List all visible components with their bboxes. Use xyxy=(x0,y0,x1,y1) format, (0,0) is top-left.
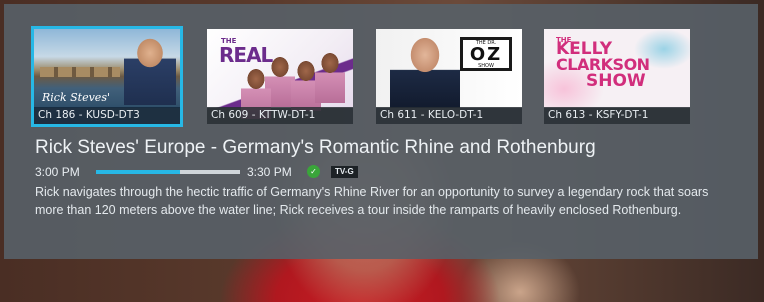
program-thumbnail: THE REAL xyxy=(207,29,353,119)
channel-tile-613[interactable]: THE KELLY CLARKSON SHOW Ch 613 - KSFY-DT… xyxy=(544,29,690,124)
channel-tile-611[interactable]: THE DR. OZ SHOW Ch 611 - KELO-DT-1 xyxy=(376,29,522,124)
start-time: 3:00 PM xyxy=(35,165,80,179)
show-logo: THE DR. OZ SHOW xyxy=(460,37,512,71)
rating-badge: TV-G xyxy=(331,166,358,178)
program-timeline: 3:00 PM 3:30 PM ✓ TV-G xyxy=(35,164,635,180)
program-description: Rick navigates through the hectic traffi… xyxy=(35,185,709,217)
cc-icon: ✓ xyxy=(307,165,320,178)
program-thumbnail: THE KELLY CLARKSON SHOW xyxy=(544,29,690,108)
channel-caption: Ch 611 - KELO-DT-1 xyxy=(376,107,522,124)
channel-tile-186[interactable]: Rick Steves' Ch 186 - KUSD-DT3 xyxy=(31,26,183,127)
show-logo-line: SHOW xyxy=(586,71,646,91)
logo-signature: Rick Steves' xyxy=(42,91,110,104)
end-time: 3:30 PM xyxy=(247,165,292,179)
host-photo xyxy=(390,31,460,108)
progress-fill xyxy=(96,170,180,174)
host-photo xyxy=(124,33,176,105)
program-thumbnail: Rick Steves' xyxy=(34,29,180,108)
program-thumbnail: THE DR. OZ SHOW xyxy=(376,29,522,108)
program-title: Rick Steves' Europe - Germany's Romantic… xyxy=(35,137,596,158)
channel-caption: Ch 186 - KUSD-DT3 xyxy=(34,107,180,124)
channel-tile-609[interactable]: THE REAL Ch 609 - KTTW-DT-1 xyxy=(207,29,353,124)
channel-caption: Ch 609 - KTTW-DT-1 xyxy=(207,107,353,124)
host-photo xyxy=(315,47,345,103)
progress-bar xyxy=(96,170,240,174)
bridge-scenery xyxy=(40,67,120,77)
channel-caption: Ch 613 - KSFY-DT-1 xyxy=(544,107,690,124)
